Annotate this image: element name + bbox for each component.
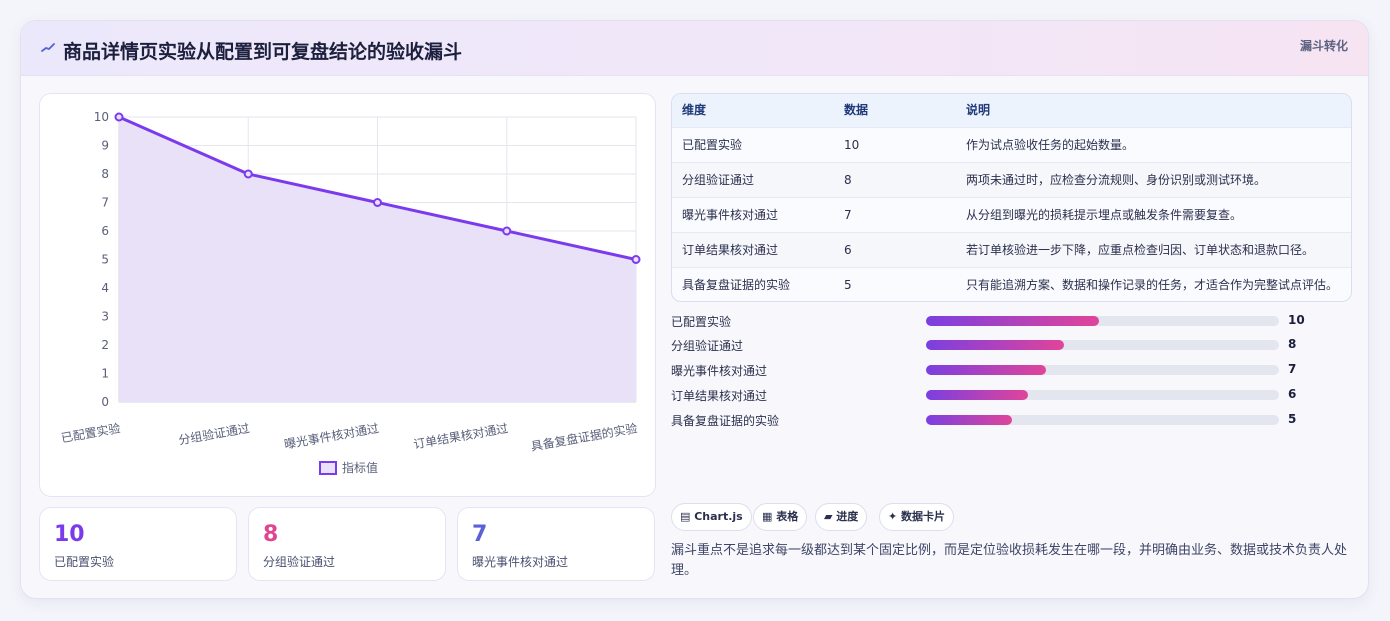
progress-value: 7	[1288, 362, 1297, 376]
table-cell: 订单结果核对通过	[682, 243, 779, 257]
stat-label: 分组验证通过	[263, 555, 336, 569]
y-tick-label: 1	[101, 367, 109, 381]
progress-label: 曝光事件核对通过	[671, 364, 768, 378]
table-cell: 8	[844, 173, 852, 187]
progress-value: 10	[1288, 313, 1305, 327]
y-tick-label: 5	[101, 253, 109, 267]
card-header: 商品详情页实验从配置到可复盘结论的验收漏斗 漏斗转化	[21, 21, 1368, 76]
legend-swatch	[319, 461, 337, 475]
table-row: 分组验证通过 8 两项未通过时，应检查分流规则、身份识别或测试环境。	[672, 162, 1351, 197]
chip-progress[interactable]: ▰ 进度	[815, 503, 868, 531]
area-chart: 0 1 2 3 4 5 6 7 8 9 10 已配置实验 分组验证通过 曝光事件核对通过 订单结果核对通过具…	[60, 110, 641, 475]
progress-label: 分组验证通过	[671, 339, 744, 353]
table-header-cell: 维度	[682, 103, 707, 117]
chip-data-card[interactable]: ✦ 数据卡片	[879, 503, 955, 531]
chart-panel: 0 1 2 3 4 5 6 7 8 9 10 已配置实验 分组验证通过 曝光事件核对通过 订单结果核对通过具…	[39, 93, 656, 497]
x-tick-label: 曝光事件核对通过	[283, 421, 380, 451]
table-cell: 5	[844, 278, 852, 292]
table-header-row: 维度 数据 说明	[672, 94, 1351, 127]
x-tick-label: 订单结果核对通过	[412, 421, 509, 451]
summary-note: 漏斗重点不是追求每一级都达到某个固定比例，而是定位验收损耗发生在哪一段，并明确由…	[671, 543, 1348, 578]
progress-track	[926, 365, 1279, 375]
table-cell: 具备复盘证据的实验	[682, 278, 791, 292]
y-tick-label: 8	[101, 167, 109, 181]
y-tick-label: 3	[101, 310, 109, 324]
table-cell: 从分组到曝光的损耗提示埋点或触发条件需要复查。	[966, 208, 1243, 222]
stat-card: 8 分组验证通过	[248, 507, 446, 581]
progress-track	[926, 316, 1279, 326]
y-tick-label: 0	[101, 395, 109, 409]
table-row: 已配置实验 10 作为试点验收任务的起始数量。	[672, 127, 1351, 162]
header-tag: 漏斗转化	[1299, 39, 1348, 53]
stat-value: 8	[263, 522, 279, 547]
stat-card: 7 曝光事件核对通过	[457, 507, 655, 581]
progress-fill	[926, 390, 1029, 400]
table-row: 曝光事件核对通过 7 从分组到曝光的损耗提示埋点或触发条件需要复查。	[672, 197, 1351, 232]
table-cell: 作为试点验收任务的起始数量。	[966, 138, 1135, 152]
progress-row: 已配置实验 10	[671, 311, 1361, 331]
x-tick-label: 已配置实验	[60, 420, 122, 445]
table-cell: 曝光事件核对通过	[682, 208, 779, 222]
progress-track	[926, 390, 1279, 400]
y-tick-label: 10	[94, 110, 109, 124]
table-cell: 已配置实验	[682, 138, 743, 152]
stat-card: 10 已配置实验	[39, 507, 237, 581]
stat-label: 曝光事件核对通过	[472, 555, 569, 569]
data-point	[502, 226, 512, 236]
progress-label: 已配置实验	[671, 315, 732, 329]
table-cell: 7	[844, 208, 852, 222]
progress-row: 分组验证通过 8	[671, 335, 1361, 355]
y-tick-label: 4	[101, 281, 109, 295]
stat-label: 已配置实验	[54, 555, 115, 569]
table-header-cell: 数据	[844, 103, 869, 117]
table-cell: 10	[844, 138, 860, 152]
stat-value: 10	[54, 522, 85, 547]
data-point	[243, 169, 253, 179]
y-tick-label: 6	[101, 224, 109, 238]
page-title: 商品详情页实验从配置到可复盘结论的验收漏斗	[63, 41, 463, 63]
table-cell: 若订单核验进一步下降，应重点检查归因、订单状态和退款口径。	[966, 243, 1315, 257]
data-point	[114, 112, 124, 122]
progress-label: 订单结果核对通过	[671, 389, 768, 403]
data-point	[631, 255, 641, 264]
legend-label: 指标值	[342, 460, 378, 475]
progress-fill	[926, 415, 1013, 425]
funnel-card: 商品详情页实验从配置到可复盘结论的验收漏斗 漏斗转化 0 1 2 3 4 5 6 7 8 9 10 已…	[20, 20, 1369, 599]
data-point	[373, 198, 382, 207]
progress-value: 5	[1288, 412, 1297, 426]
table-cell: 6	[844, 243, 852, 257]
table-row: 订单结果核对通过 6 若订单核验进一步下降，应重点检查归因、订单状态和退款口径。	[672, 232, 1351, 267]
table-cell: 分组验证通过	[682, 173, 755, 187]
progress-track	[926, 415, 1279, 425]
progress-value: 6	[1288, 387, 1297, 401]
progress-fill	[926, 365, 1047, 375]
y-tick-label: 2	[101, 338, 109, 352]
progress-row: 订单结果核对通过 6	[671, 385, 1361, 405]
y-tick-label: 9	[101, 139, 109, 153]
table-header-cell: 说明	[966, 103, 991, 117]
stat-value: 7	[472, 522, 488, 547]
x-tick-label: 分组验证通过	[177, 420, 251, 447]
progress-track	[926, 340, 1279, 350]
data-table: 维度 数据 说明 已配置实验 10 作为试点验收任务的起始数量。 分组验证通过 …	[671, 93, 1352, 302]
progress-row: 具备复盘证据的实验 5	[671, 410, 1361, 430]
progress-value: 8	[1288, 337, 1297, 351]
trend-icon	[41, 43, 55, 52]
table-cell: 只有能追溯方案、数据和操作记录的任务，才适合作为完整试点评估。	[966, 278, 1339, 292]
x-tick-label: 具备复盘证据的实验	[530, 420, 639, 454]
table-row: 具备复盘证据的实验 5 只有能追溯方案、数据和操作记录的任务，才适合作为完整试点…	[672, 267, 1351, 301]
progress-fill	[926, 316, 1099, 326]
chip-chartjs[interactable]: ▤ Chart.js	[671, 503, 752, 531]
progress-label: 具备复盘证据的实验	[671, 414, 780, 428]
chip-table[interactable]: ▦ 表格	[753, 503, 808, 531]
progress-row: 曝光事件核对通过 7	[671, 360, 1361, 380]
table-cell: 两项未通过时，应检查分流规则、身份识别或测试环境。	[966, 173, 1267, 187]
y-tick-label: 7	[101, 196, 109, 210]
progress-fill	[926, 340, 1064, 350]
